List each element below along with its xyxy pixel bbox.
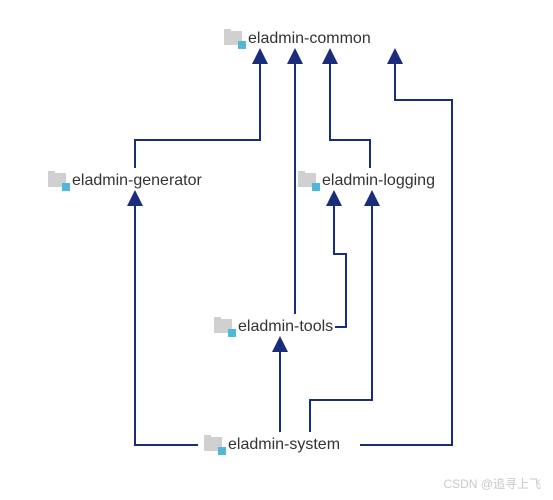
module-label: eladmin-common: [248, 30, 371, 48]
module-node-system: eladmin-system: [204, 436, 340, 454]
module-label: eladmin-generator: [72, 172, 202, 190]
folder-icon: [214, 319, 234, 335]
module-node-common: eladmin-common: [224, 30, 371, 48]
module-node-tools: eladmin-tools: [214, 318, 333, 336]
arrows-layer: [0, 0, 553, 500]
folder-icon: [48, 173, 68, 189]
module-node-generator: eladmin-generator: [48, 172, 202, 190]
module-node-logging: eladmin-logging: [298, 172, 435, 190]
module-label: eladmin-logging: [322, 172, 435, 190]
watermark: CSDN @追寻上飞: [443, 475, 541, 492]
folder-icon: [204, 437, 224, 453]
folder-icon: [224, 31, 244, 47]
module-label: eladmin-tools: [238, 318, 333, 336]
diagram-canvas: eladmin-common eladmin-generator eladmin…: [0, 0, 553, 500]
module-label: eladmin-system: [228, 436, 340, 454]
folder-icon: [298, 173, 318, 189]
